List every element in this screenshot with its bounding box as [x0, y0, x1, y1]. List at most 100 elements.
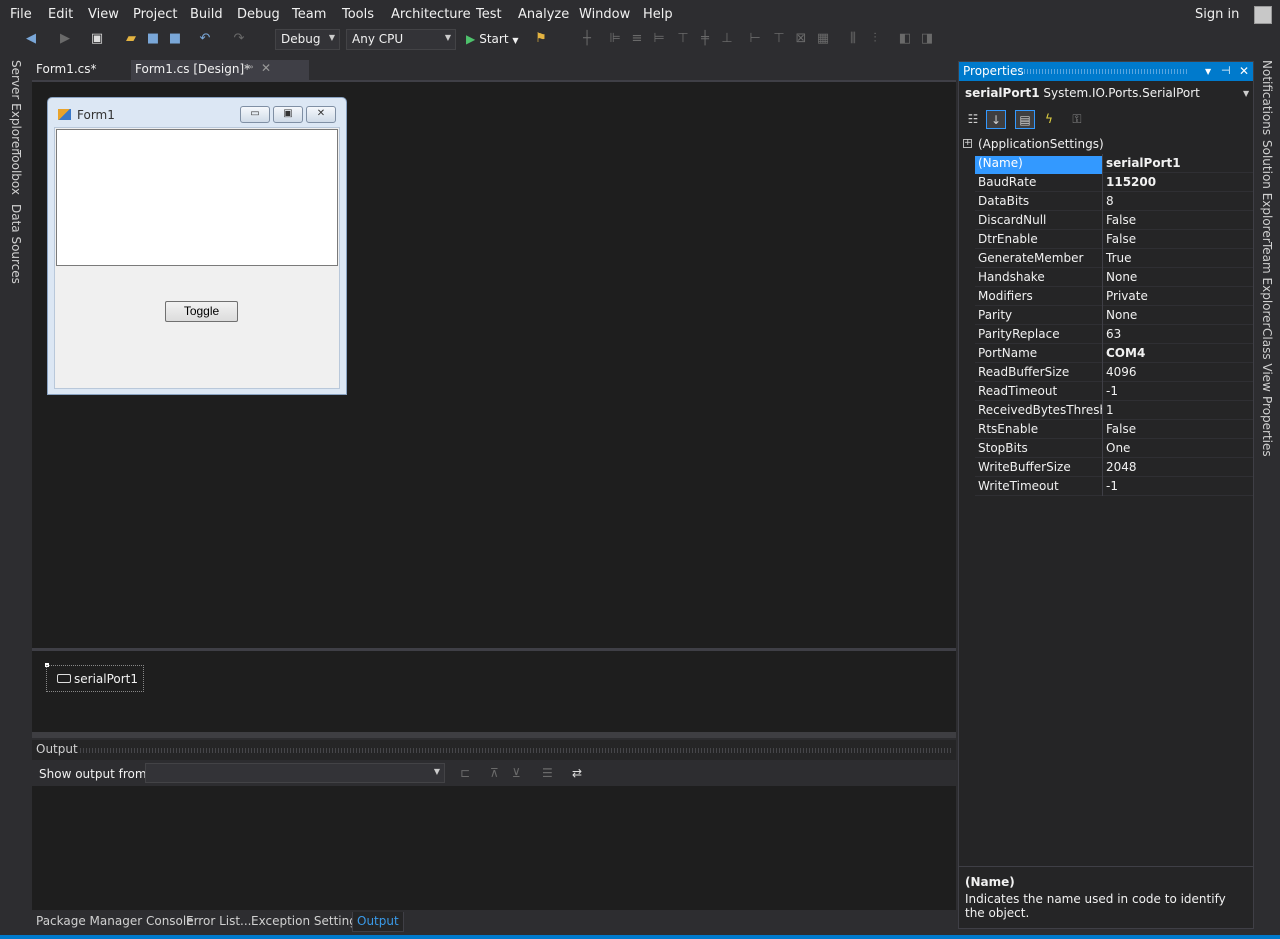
object-selector[interactable]: serialPort1 System.IO.Ports.SerialPort	[965, 86, 1200, 100]
column-divider[interactable]	[1102, 458, 1103, 477]
align-middles-icon[interactable]: ╪	[698, 32, 712, 46]
expand-icon[interactable]: +	[963, 139, 972, 148]
property-row[interactable]: ParityReplace 63	[975, 325, 1253, 344]
property-row[interactable]: DataBits 8	[975, 192, 1253, 211]
output-drag-grip[interactable]	[80, 748, 952, 753]
property-row[interactable]: ReceivedBytesThreshold 1	[975, 401, 1253, 420]
property-group-row[interactable]: + (ApplicationSettings)	[959, 135, 1253, 154]
column-divider[interactable]	[1102, 287, 1103, 306]
property-value[interactable]: None	[1106, 270, 1137, 284]
form1-window[interactable]: Form1 ▭ ▣ ✕ Toggle	[47, 97, 347, 395]
sign-in-link[interactable]: Sign in	[1195, 7, 1239, 22]
menu-project[interactable]: Project	[133, 7, 177, 22]
make-same-height-icon[interactable]: ⊤	[772, 32, 786, 46]
property-row[interactable]: Parity None	[975, 306, 1253, 325]
component-tray[interactable]: serialPort1	[32, 651, 956, 732]
form-designer-surface[interactable]: Form1 ▭ ▣ ✕ Toggle	[32, 82, 956, 648]
solution-explorer-tab[interactable]: Solution Explorer	[1260, 140, 1274, 243]
alphabetical-icon[interactable]: ↓	[986, 110, 1006, 129]
property-row[interactable]: WriteBufferSize 2048	[975, 458, 1253, 477]
menu-edit[interactable]: Edit	[48, 7, 73, 22]
notifications-tab[interactable]: Notifications	[1260, 60, 1274, 135]
property-value[interactable]: True	[1106, 251, 1132, 265]
align-centers-icon[interactable]: ≡	[630, 32, 644, 46]
new-project-icon[interactable]: ▣	[90, 32, 104, 46]
column-divider[interactable]	[1102, 268, 1103, 287]
property-value[interactable]: 1	[1106, 403, 1114, 417]
categorized-icon[interactable]: ☷	[963, 110, 983, 129]
column-divider[interactable]	[1102, 420, 1103, 439]
data-sources-tab[interactable]: Data Sources	[9, 204, 23, 284]
next-message-icon[interactable]: ⊻	[512, 766, 521, 780]
chevron-down-icon[interactable]: ▼	[1243, 89, 1249, 98]
save-icon[interactable]: ■	[146, 32, 160, 46]
make-same-width-icon[interactable]: ⊢	[748, 32, 762, 46]
menu-architecture[interactable]: Architecture	[391, 7, 471, 22]
column-divider[interactable]	[1102, 401, 1103, 420]
menu-build[interactable]: Build	[190, 7, 223, 22]
property-row[interactable]: StopBits One	[975, 439, 1253, 458]
properties-title-bar[interactable]: Properties ▼ ⊣ ✕	[959, 62, 1253, 81]
open-file-icon[interactable]: ▰	[124, 32, 138, 46]
property-value[interactable]: Private	[1106, 289, 1148, 303]
window-position-icon[interactable]: ▼	[1205, 67, 1211, 76]
property-value[interactable]: None	[1106, 308, 1137, 322]
property-row[interactable]: BaudRate 115200	[975, 173, 1253, 192]
property-value[interactable]: False	[1106, 232, 1136, 246]
save-all-icon[interactable]: ■	[168, 32, 182, 46]
property-value[interactable]: -1	[1106, 384, 1118, 398]
account-avatar-icon[interactable]	[1254, 6, 1272, 24]
tab-form1-cs[interactable]: Form1.cs*	[32, 60, 101, 80]
redo-icon[interactable]: ↷	[232, 32, 246, 46]
serialport1-component[interactable]: serialPort1	[46, 665, 144, 692]
class-view-tab[interactable]: Class View	[1260, 328, 1274, 392]
toggle-button[interactable]: Toggle	[165, 301, 238, 322]
property-value[interactable]: False	[1106, 213, 1136, 227]
configuration-combo[interactable]: Debug ▼	[275, 29, 340, 50]
menu-debug[interactable]: Debug	[237, 7, 280, 22]
previous-message-icon[interactable]: ⊼	[490, 766, 499, 780]
tab-exception-settings[interactable]: Exception Settings	[247, 912, 367, 932]
column-divider[interactable]	[1102, 325, 1103, 344]
align-bottoms-icon[interactable]: ⊥	[720, 32, 734, 46]
undo-icon[interactable]: ↶	[198, 32, 212, 46]
multiline-textbox[interactable]	[56, 129, 338, 266]
column-divider[interactable]	[1102, 154, 1103, 173]
properties-tab[interactable]: Properties	[1260, 396, 1274, 457]
column-divider[interactable]	[1102, 249, 1103, 268]
align-lefts-icon[interactable]: ⊫	[608, 32, 622, 46]
events-icon[interactable]: ϟ	[1039, 110, 1059, 129]
make-same-size-icon[interactable]: ▦	[816, 32, 830, 46]
align-rights-icon[interactable]: ⊨	[652, 32, 666, 46]
tab-package-manager-console[interactable]: Package Manager Console	[32, 912, 198, 932]
column-divider[interactable]	[1102, 211, 1103, 230]
close-icon[interactable]: ✕	[261, 61, 271, 75]
column-divider[interactable]	[1102, 306, 1103, 325]
property-value[interactable]: One	[1106, 441, 1130, 455]
menu-view[interactable]: View	[88, 7, 119, 22]
back-icon[interactable]: ◀	[24, 32, 38, 46]
column-divider[interactable]	[1102, 382, 1103, 401]
properties-view-icon[interactable]: ▤	[1015, 110, 1035, 129]
menu-test[interactable]: Test	[476, 7, 502, 22]
send-to-back-icon[interactable]: ◨	[920, 32, 934, 46]
property-row[interactable]: Handshake None	[975, 268, 1253, 287]
output-text-area[interactable]	[32, 786, 956, 910]
column-divider[interactable]	[1102, 363, 1103, 382]
property-row[interactable]: DiscardNull False	[975, 211, 1253, 230]
property-row[interactable]: (Name) serialPort1	[975, 154, 1253, 174]
property-row[interactable]: RtsEnable False	[975, 420, 1253, 439]
server-explorer-tab[interactable]: Server Explorer	[9, 60, 23, 153]
horizontal-scrollbar[interactable]	[32, 732, 956, 738]
column-divider[interactable]	[1102, 439, 1103, 458]
find-message-icon[interactable]: ⊏	[460, 766, 470, 780]
column-divider[interactable]	[1102, 173, 1103, 192]
align-tops-icon[interactable]: ⊤	[676, 32, 690, 46]
property-value[interactable]: -1	[1106, 479, 1118, 493]
property-row[interactable]: ReadBufferSize 4096	[975, 363, 1253, 382]
property-value[interactable]: serialPort1	[1106, 156, 1181, 170]
property-value[interactable]: 2048	[1106, 460, 1137, 474]
menu-tools[interactable]: Tools	[342, 7, 374, 22]
property-row[interactable]: ReadTimeout -1	[975, 382, 1253, 401]
column-divider[interactable]	[1102, 344, 1103, 363]
